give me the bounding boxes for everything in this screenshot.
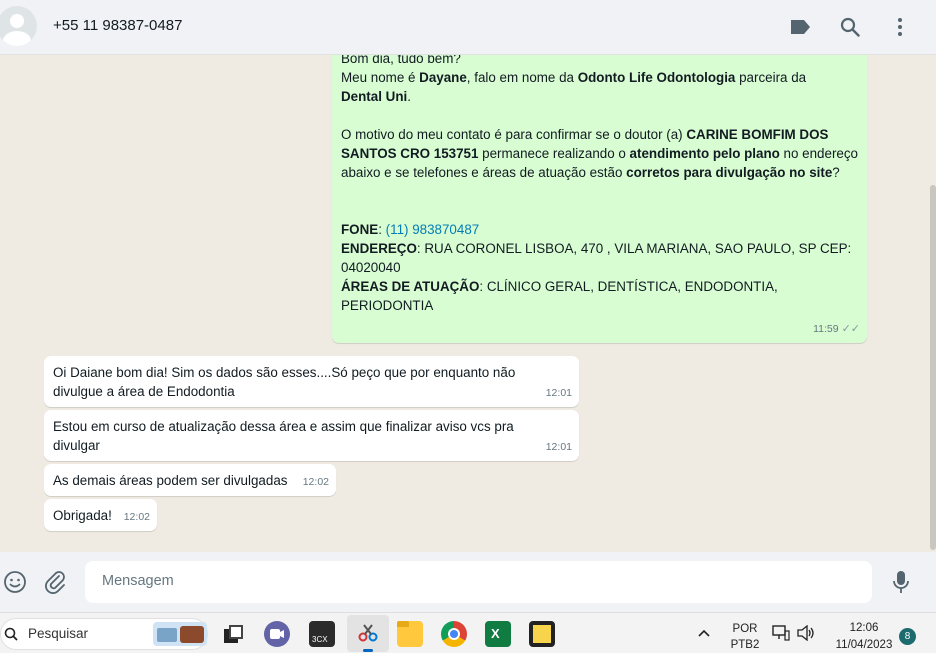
message-line: Bom dia, tudo bem? bbox=[341, 55, 461, 66]
areas-line: ÁREAS DE ATUAÇÃO: CLÍNICO GERAL, DENTÍST… bbox=[341, 279, 778, 313]
search-highlight-image bbox=[153, 622, 207, 646]
3cx-icon[interactable]: 3CX bbox=[309, 621, 335, 647]
attach-icon[interactable] bbox=[44, 570, 66, 599]
message-input[interactable]: Mensagem bbox=[85, 561, 872, 603]
notification-badge[interactable]: 8 bbox=[899, 628, 916, 645]
message-paragraph: O motivo do meu contato é para confirmar… bbox=[341, 127, 859, 180]
file-explorer-icon[interactable] bbox=[397, 621, 423, 647]
read-ticks-icon: ✓✓ bbox=[841, 323, 860, 335]
address-line: ENDEREÇO: RUA CORONEL LISBOA, 470 , VILA… bbox=[341, 241, 852, 275]
chat-scrollbar[interactable] bbox=[930, 185, 936, 550]
snipping-tool-active[interactable] bbox=[347, 615, 389, 652]
windows-taskbar: Pesquisar 3CX X POR PTB2 12:06 11/04/202… bbox=[0, 612, 936, 653]
message-line: Dental Uni. bbox=[341, 89, 411, 104]
message-incoming[interactable]: Oi Daiane bom dia! Sim os dados são esse… bbox=[44, 356, 579, 407]
contact-name[interactable]: +55 11 98387-0487 bbox=[53, 17, 182, 34]
task-view-icon[interactable] bbox=[220, 621, 246, 647]
message-text: Oi Daiane bom dia! Sim os dados são esse… bbox=[53, 365, 516, 399]
network-icon[interactable] bbox=[772, 625, 790, 646]
microphone-icon[interactable] bbox=[892, 570, 910, 599]
chrome-icon[interactable] bbox=[441, 621, 467, 647]
message-incoming[interactable]: As demais áreas podem ser divulgadas 12:… bbox=[44, 464, 336, 496]
message-text: Estou em curso de atualização dessa área… bbox=[53, 419, 514, 453]
contact-avatar[interactable] bbox=[0, 6, 37, 46]
chat-header: +55 11 98387-0487 bbox=[0, 0, 936, 55]
clock-date[interactable]: 11/04/2023 bbox=[830, 639, 898, 651]
message-time: 12:01 bbox=[545, 441, 572, 453]
message-text: Obrigada! bbox=[53, 508, 112, 523]
phone-line: FONE: (11) 983870487 bbox=[341, 222, 480, 237]
teams-icon[interactable] bbox=[264, 621, 290, 647]
excel-icon[interactable]: X bbox=[485, 621, 511, 647]
message-time: 12:01 bbox=[545, 387, 572, 399]
message-time: 12:02 bbox=[123, 511, 150, 523]
phone-link[interactable]: (11) 983870487 bbox=[386, 222, 480, 237]
menu-icon[interactable] bbox=[888, 15, 912, 39]
language-top[interactable]: POR bbox=[728, 623, 762, 635]
message-time: 11:59 ✓✓ bbox=[813, 323, 860, 335]
clock-time[interactable]: 12:06 bbox=[830, 622, 898, 634]
emoji-icon[interactable] bbox=[3, 570, 27, 599]
chevron-up-icon[interactable] bbox=[697, 626, 711, 641]
message-text: As demais áreas podem ser divulgadas bbox=[53, 473, 288, 488]
taskbar-search[interactable]: Pesquisar bbox=[0, 618, 208, 650]
search-icon[interactable] bbox=[838, 15, 862, 39]
sticky-notes-icon[interactable] bbox=[529, 621, 555, 647]
message-line: Meu nome é Dayane, falo em nome da Odont… bbox=[341, 70, 807, 85]
message-incoming[interactable]: Obrigada! 12:02 bbox=[44, 499, 157, 531]
message-incoming[interactable]: Estou em curso de atualização dessa área… bbox=[44, 410, 579, 461]
message-outgoing[interactable]: Bom dia, tudo bem? Meu nome é Dayane, fa… bbox=[332, 55, 867, 343]
language-bottom[interactable]: PTB2 bbox=[728, 639, 762, 651]
composer-bar: Mensagem bbox=[0, 552, 936, 612]
label-icon[interactable] bbox=[788, 15, 812, 39]
message-time: 12:02 bbox=[302, 476, 329, 488]
chat-area[interactable]: Bom dia, tudo bem? Meu nome é Dayane, fa… bbox=[0, 55, 936, 552]
volume-icon[interactable] bbox=[797, 624, 815, 646]
